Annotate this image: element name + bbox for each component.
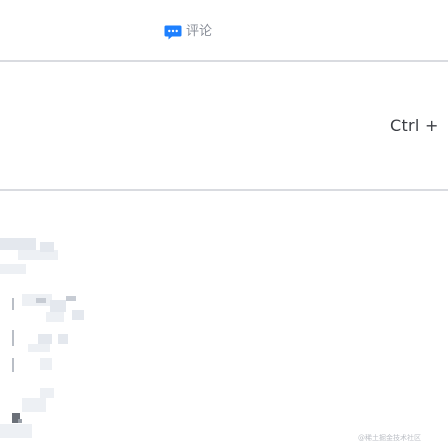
watermark: @稀土掘金技术社区 xyxy=(358,434,421,442)
page: 评论 Ctrl + @稀土掘金技术社区 xyxy=(0,0,448,448)
comment-button[interactable]: 评论 xyxy=(163,20,212,44)
comment-bubble-icon xyxy=(163,22,183,42)
bottom-divider xyxy=(0,189,448,191)
comment-label: 评论 xyxy=(186,24,213,39)
top-divider xyxy=(0,60,448,62)
shortcut-text: Ctrl + xyxy=(390,116,439,135)
document-icon xyxy=(11,411,23,423)
